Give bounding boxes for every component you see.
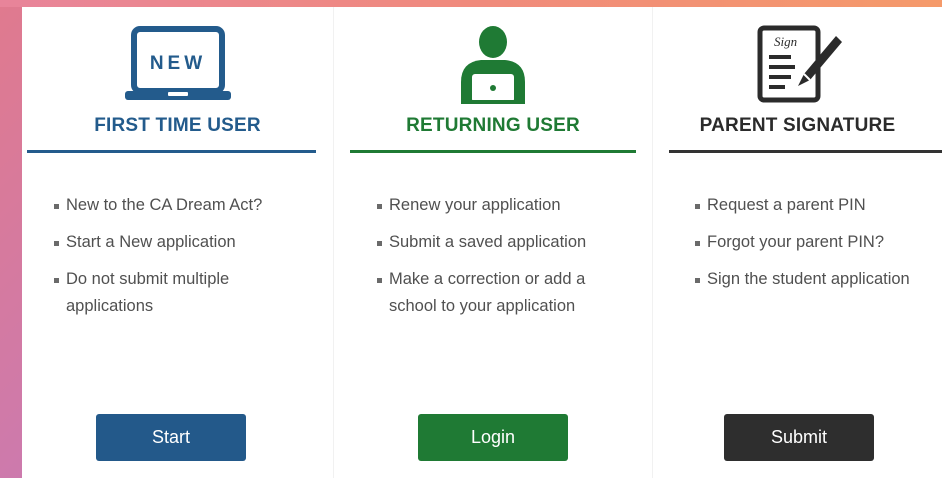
list-item: Submit a saved application (376, 229, 636, 256)
parent-signature-title: PARENT SIGNATURE (699, 115, 896, 136)
title-divider (27, 150, 316, 153)
parent-signature-card: Sign PARENT SIGNATURE Request a parent P… (653, 7, 942, 478)
list-item: New to the CA Dream Act? (53, 192, 313, 219)
returning-user-card: RETURNING USER Renew your application Su… (334, 7, 652, 478)
list-item: Forgot your parent PIN? (694, 229, 942, 256)
parent-signature-list: Request a parent PIN Forgot your parent … (694, 192, 942, 303)
person-laptop-icon (334, 19, 652, 109)
list-item: Sign the student application (694, 266, 942, 293)
list-item: Start a New application (53, 229, 313, 256)
first-time-user-card: NEW FIRST TIME USER New to the CA Dream … (22, 7, 333, 478)
list-item: Do not submit multiple applications (53, 266, 313, 320)
list-item: Make a correction or add a school to you… (376, 266, 636, 320)
first-time-user-list: New to the CA Dream Act? Start a New app… (53, 192, 313, 330)
list-item: Request a parent PIN (694, 192, 942, 219)
first-time-user-title: FIRST TIME USER (94, 115, 261, 136)
sign-document-pen-icon: Sign (653, 19, 942, 109)
submit-button[interactable]: Submit (724, 414, 874, 461)
list-item: Renew your application (376, 192, 636, 219)
returning-user-title: RETURNING USER (406, 115, 580, 136)
title-divider (669, 150, 942, 153)
user-options-panel: NEW FIRST TIME USER New to the CA Dream … (22, 7, 942, 478)
login-button[interactable]: Login (418, 414, 568, 461)
decorative-top-strip (0, 0, 942, 7)
sign-label: Sign (774, 34, 797, 49)
laptop-new-icon: NEW (22, 19, 333, 109)
title-divider (350, 150, 636, 153)
returning-user-list: Renew your application Submit a saved ap… (376, 192, 636, 330)
start-button[interactable]: Start (96, 414, 246, 461)
laptop-new-label: NEW (149, 53, 205, 74)
